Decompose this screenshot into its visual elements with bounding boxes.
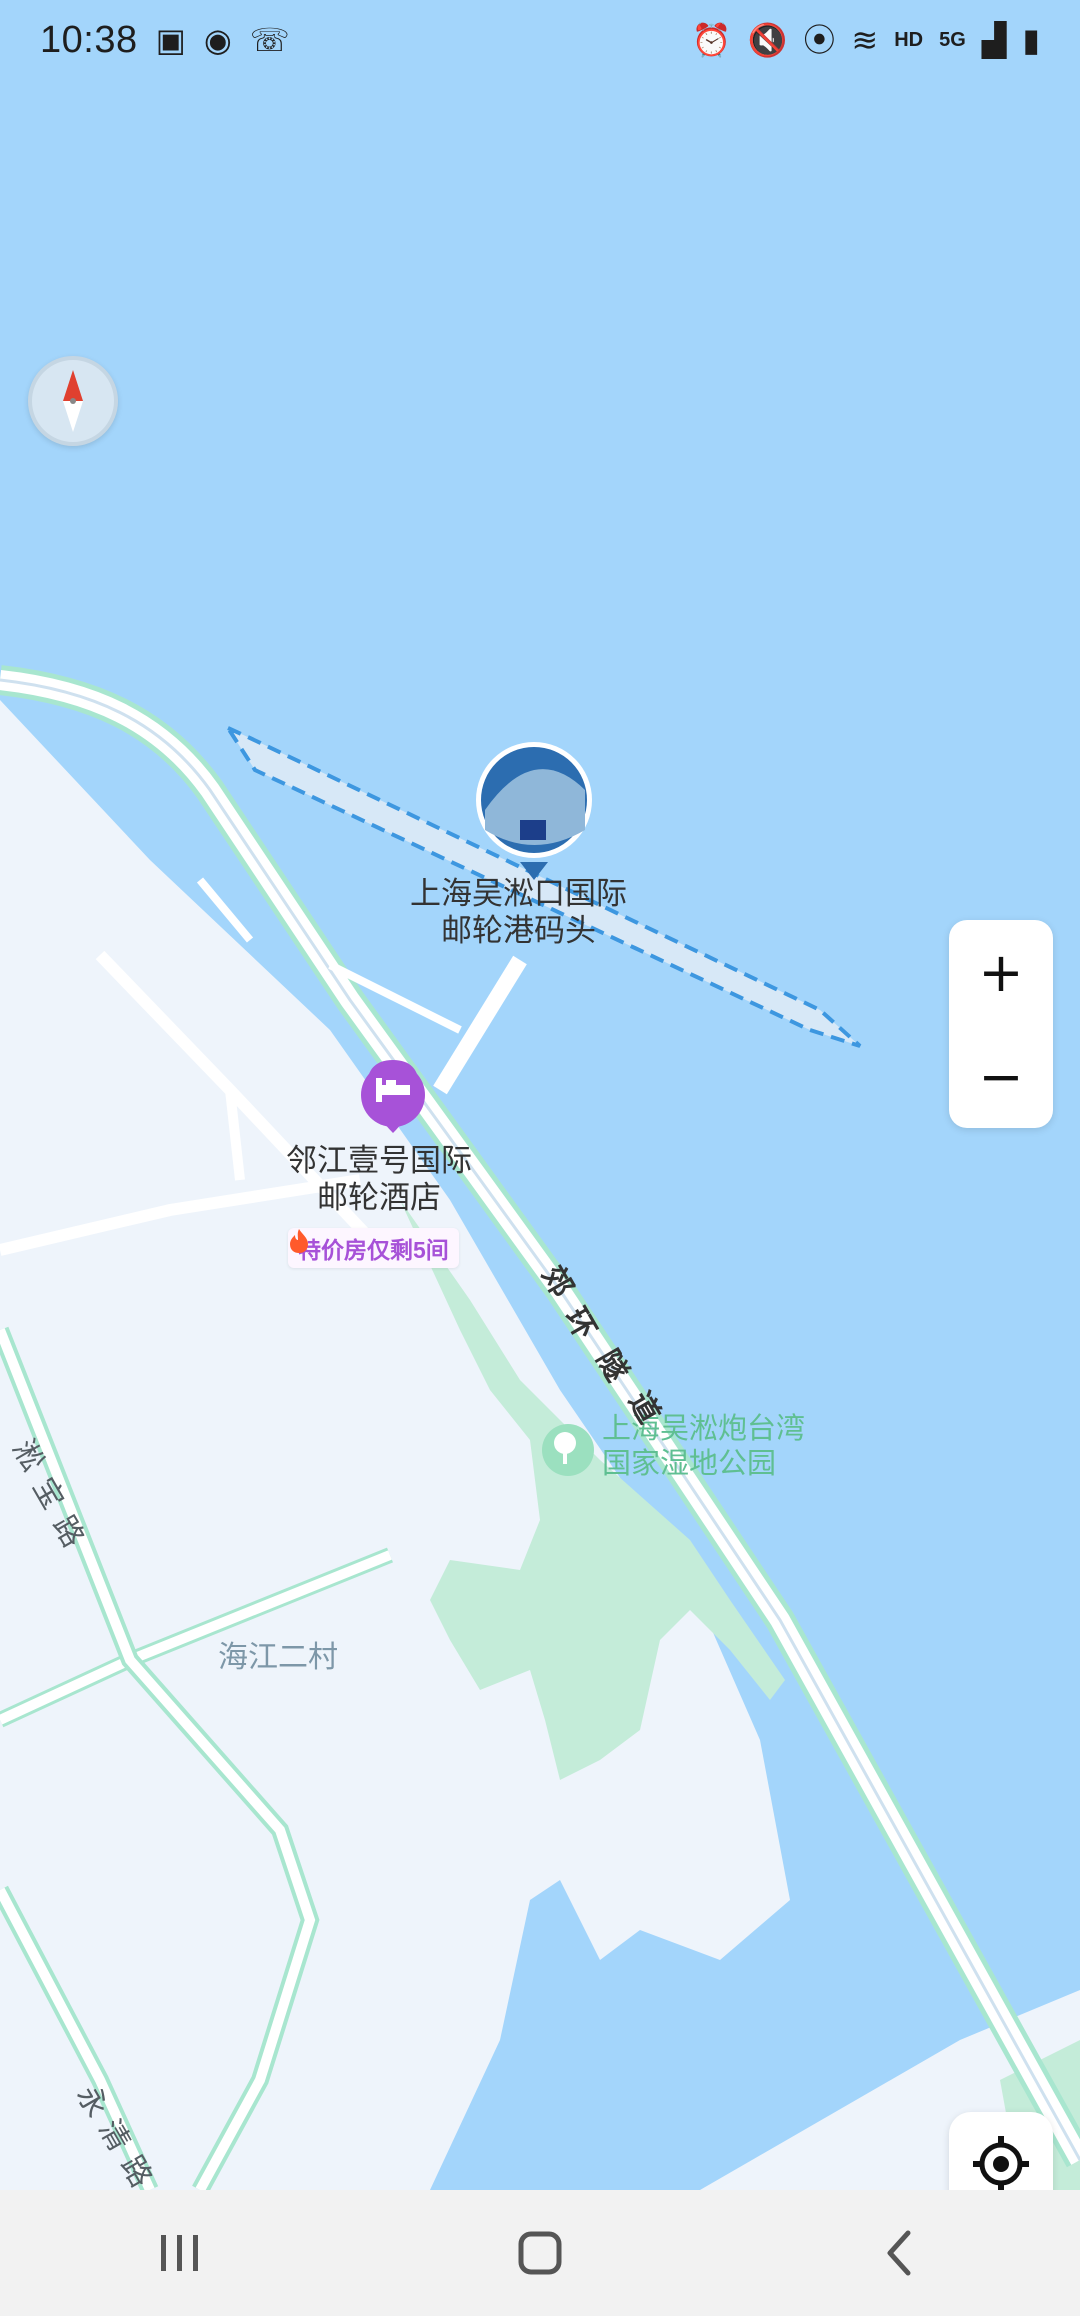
hd-indicator: HD: [894, 28, 924, 51]
zoom-out-button[interactable]: −: [949, 1024, 1053, 1128]
status-bar: 10:38 ▣ ◉ ☏ ⏰ 🔇 ⦿ ≋ HD 5G ▟ ▮: [0, 0, 1080, 80]
home-button[interactable]: [480, 2213, 600, 2293]
area-label-haijiang: 海江二村: [218, 1641, 338, 1674]
park-icon: [542, 1424, 594, 1476]
back-button[interactable]: [840, 2213, 960, 2293]
map-canvas[interactable]: 上海吴淞口国际 邮轮港码头 邻江壹号国际 邮轮酒店 特价房仅剩5间 上海吴淞炮台…: [0, 0, 1080, 2193]
missed-call-icon: ☏: [249, 22, 290, 58]
crosshair-icon: [973, 2136, 1029, 2192]
mute-icon: 🔇: [747, 22, 788, 58]
system-nav-bar: [0, 2190, 1080, 2316]
status-left: 10:38 ▣ ◉ ☏: [40, 19, 290, 62]
map-shapes: [0, 0, 1080, 2190]
zoom-in-button[interactable]: +: [949, 920, 1053, 1024]
compass-icon: [63, 370, 83, 432]
zoom-control: + −: [949, 920, 1053, 1128]
gallery-icon: ▣: [155, 22, 186, 58]
home-icon: [518, 2231, 562, 2275]
status-time: 10:38: [40, 18, 138, 61]
cruise-terminal-line2: 邮轮港码头: [441, 913, 596, 949]
cruise-terminal-label[interactable]: 上海吴淞口国际 邮轮港码头: [410, 875, 627, 949]
back-icon: [887, 2230, 911, 2276]
hotel-promo-text: 特价房仅剩5间: [298, 1237, 449, 1263]
park-line2: 国家湿地公园: [602, 1447, 777, 1480]
status-right: ⏰ 🔇 ⦿ ≋ HD 5G ▟ ▮: [692, 24, 1040, 56]
hotel-label[interactable]: 邻江壹号国际 邮轮酒店: [286, 1142, 472, 1216]
network-indicator: 5G: [939, 28, 966, 51]
wifi-icon: ≋: [851, 22, 879, 58]
signal-icon: ▟: [981, 22, 1007, 58]
location-icon: ⦿: [803, 22, 836, 58]
hotel-line2: 邮轮酒店: [317, 1180, 441, 1216]
alarm-icon: ⏰: [691, 22, 732, 58]
hotel-promo-badge[interactable]: 特价房仅剩5间: [288, 1228, 459, 1268]
battery-icon: ▮: [1022, 22, 1040, 58]
heart-sync-icon: ◉: [203, 22, 232, 58]
flame-icon: [290, 1229, 308, 1253]
compass-button[interactable]: [28, 356, 118, 446]
hotel-line1: 邻江壹号国际: [286, 1143, 472, 1178]
cruise-terminal-line1: 上海吴淞口国际: [410, 876, 627, 911]
recent-apps-icon: [161, 2235, 198, 2271]
recent-apps-button[interactable]: [120, 2213, 240, 2293]
